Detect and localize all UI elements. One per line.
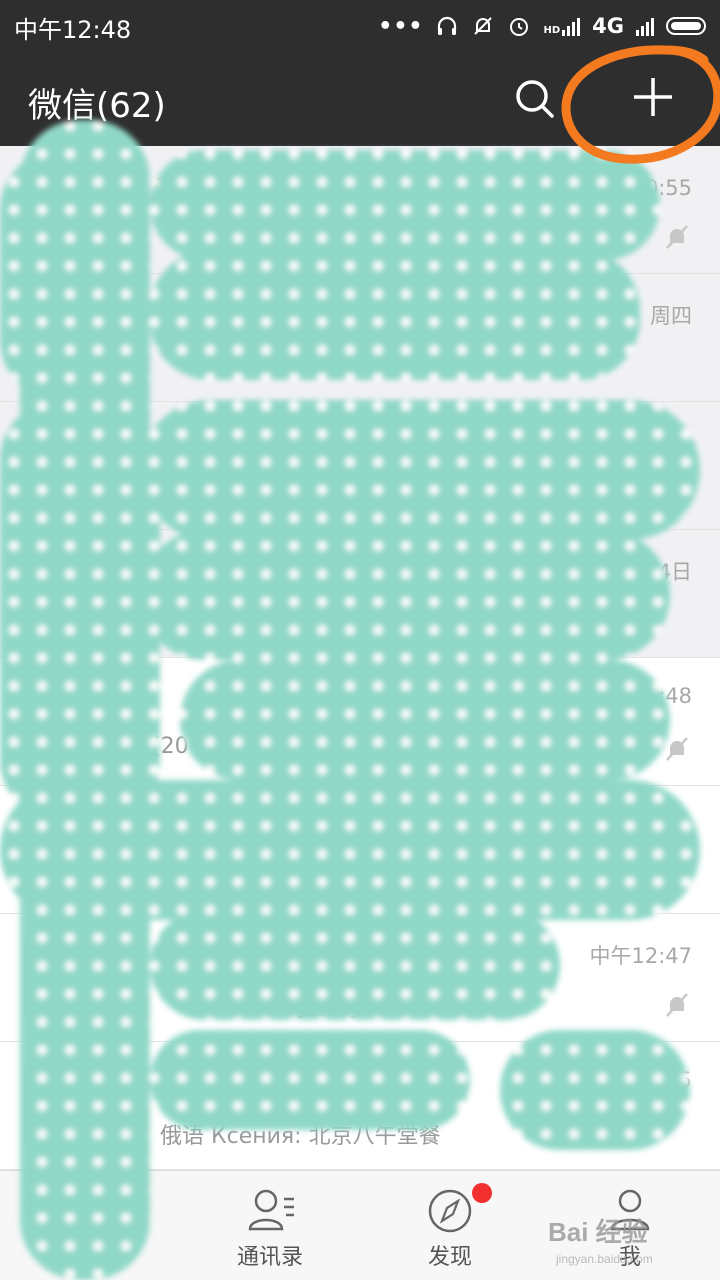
avatar	[24, 296, 108, 380]
search-icon	[516, 80, 554, 118]
alarm-icon	[510, 18, 529, 36]
chat-row[interactable]: ☼ 早上10:55	[0, 146, 720, 274]
status-time: 中午12:48	[14, 16, 132, 44]
signal-icon-2	[636, 16, 654, 36]
mute-bell-icon	[474, 17, 493, 35]
tab-label: 通讯录	[236, 1245, 303, 1270]
mute-icon	[666, 993, 688, 1017]
avatar	[24, 168, 108, 252]
mute-icon	[666, 225, 688, 249]
plus-icon	[634, 78, 672, 116]
avatar	[24, 424, 108, 508]
headphones-icon	[438, 16, 457, 35]
contacts-icon	[248, 1189, 294, 1231]
chat-row[interactable]: [图片] 中午12:47	[0, 914, 720, 1042]
search-button[interactable]	[510, 74, 560, 124]
chat-time: 周四	[650, 304, 692, 328]
page-title: 微信(62)	[28, 86, 166, 126]
chat-row[interactable]	[0, 402, 720, 530]
chat-row[interactable]	[0, 786, 720, 914]
chat-preview: 俄语 Ксения: 北京八午堂餐	[160, 1124, 441, 1149]
status-icons: ••• HD 4G	[378, 12, 706, 40]
title-bar: 微信(62)	[0, 52, 720, 146]
tab-contacts[interactable]: 通讯录	[180, 1171, 360, 1281]
tab-chats[interactable]	[0, 1171, 180, 1281]
watermark: Bai 经验	[548, 1217, 648, 1247]
hd-label: HD	[543, 25, 561, 36]
battery-icon	[666, 17, 706, 35]
more-notifications-icon: •••	[378, 13, 424, 39]
chat-row[interactable]: 俄语 Ксения: 北京八午堂餐 5	[0, 1042, 720, 1170]
chat-row[interactable]: 14日	[0, 530, 720, 658]
mute-icon	[666, 737, 688, 761]
avatar	[24, 808, 108, 892]
chat-preview: [图片]	[296, 996, 358, 1021]
chat-time: 5	[678, 1068, 692, 1092]
avatar	[24, 552, 108, 636]
compass-icon	[428, 1189, 472, 1233]
signal-icon	[562, 16, 581, 36]
network-type: 4G	[592, 14, 624, 38]
watermark-url: jingyan.baidu.com	[556, 1252, 653, 1266]
chat-preview: [20	[152, 734, 189, 759]
avatar	[24, 936, 108, 1020]
tab-discover[interactable]: 发现	[360, 1171, 540, 1281]
chat-time: 14日	[644, 560, 692, 584]
chat-time: 12:48	[631, 684, 692, 708]
chat-list: ☼ 早上10:55 周四 14日 [20 12:48 [图片] 中午12:47 …	[0, 146, 720, 1170]
avatar	[24, 1064, 108, 1148]
status-bar: 中午12:48 ••• HD 4G	[0, 0, 720, 52]
tab-label: 发现	[427, 1245, 472, 1270]
chat-row[interactable]: [20 12:48	[0, 658, 720, 786]
notification-badge	[472, 1183, 492, 1203]
sun-icon: ☼	[152, 168, 181, 206]
chat-row[interactable]: 周四	[0, 274, 720, 402]
unread-dot	[120, 668, 134, 682]
add-button[interactable]	[628, 72, 678, 122]
chat-time: 早上10:55	[589, 176, 692, 200]
avatar	[24, 680, 108, 764]
chat-time: 中午12:47	[589, 944, 692, 968]
